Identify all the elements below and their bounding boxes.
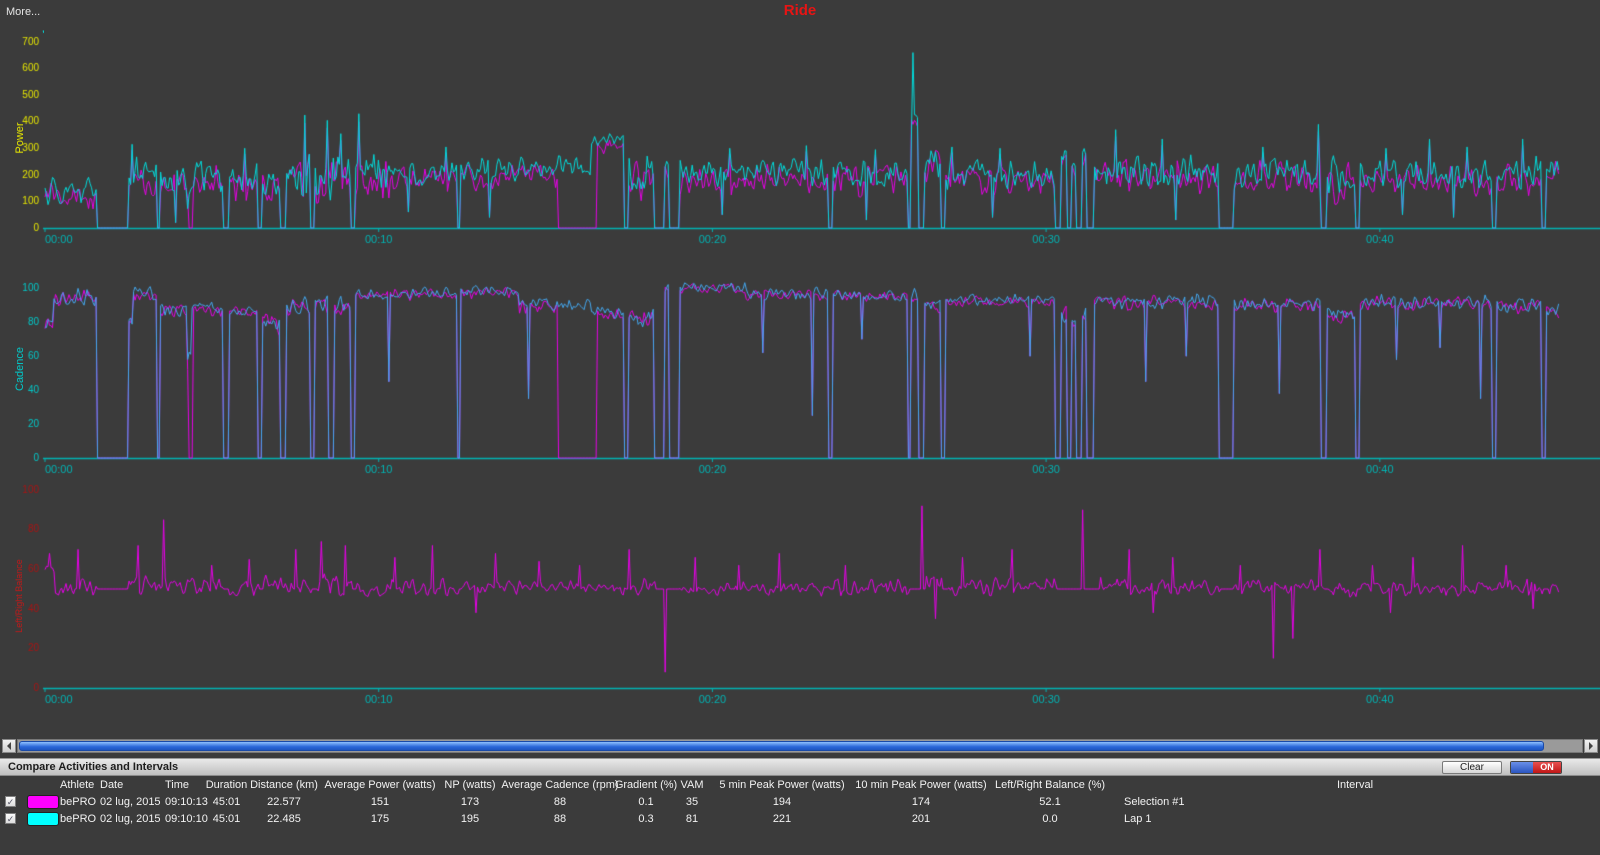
table-cell: 45:01: [212, 795, 241, 808]
table-cell: bePRO: [60, 812, 97, 825]
table-cell: 88: [553, 812, 567, 825]
table-cell: 173: [460, 795, 480, 808]
row-checkbox[interactable]: ✓: [5, 796, 16, 807]
scroll-right-button[interactable]: [1584, 739, 1598, 753]
table-cell: 09:10:13: [165, 795, 208, 808]
compare-row[interactable]: ✓ bePRO 02 lug, 2015 09:10:10 45:01 22.485 175…: [0, 810, 1600, 827]
compare-title: Compare Activities and Intervals: [8, 761, 179, 773]
table-cell: 45:01: [212, 812, 241, 825]
chart-title: Ride: [783, 2, 817, 19]
toggle-on-label: ON: [1533, 762, 1561, 773]
scrollbar-track[interactable]: [17, 739, 1583, 753]
column-header: NP (watts): [444, 779, 496, 791]
column-header: Average Power (watts): [324, 779, 436, 791]
compare-bar: Compare Activities and Intervals Clear O…: [0, 758, 1600, 776]
compare-table: Athlete Date Time Duration Distance (km) Aver…: [0, 777, 1600, 827]
table-cell: 194: [772, 795, 792, 808]
table-cell: 0.1: [638, 795, 654, 808]
column-header: Time: [165, 779, 190, 791]
table-cell: 221: [772, 812, 792, 825]
series-color-swatch[interactable]: [27, 794, 59, 809]
series-color-swatch[interactable]: [27, 811, 59, 826]
horizontal-scrollbar[interactable]: [0, 739, 1600, 753]
table-cell: 02 lug, 2015: [100, 812, 161, 825]
table-cell: 81: [685, 812, 699, 825]
cadence-axis-label: Cadence: [14, 346, 26, 392]
column-header: Duration: [205, 779, 248, 791]
compare-on-toggle[interactable]: ON: [1510, 761, 1562, 774]
scrollbar-thumb[interactable]: [19, 741, 1544, 751]
column-header: Athlete: [60, 779, 95, 791]
row-checkbox[interactable]: ✓: [5, 813, 16, 824]
table-cell: 174: [911, 795, 931, 808]
cadence-chart-canvas[interactable]: [0, 258, 1600, 480]
table-cell: 195: [460, 812, 480, 825]
column-header: Distance (km): [250, 779, 318, 791]
table-cell: 22.577: [267, 795, 301, 808]
compare-table-rows: ✓ bePRO 02 lug, 2015 09:10:13 45:01 22.577 151…: [0, 793, 1600, 827]
clear-button[interactable]: Clear: [1442, 761, 1502, 774]
scroll-left-button[interactable]: [2, 739, 16, 753]
power-chart[interactable]: Power: [0, 26, 1600, 250]
table-cell: 22.485: [267, 812, 301, 825]
compare-table-header: Athlete Date Time Duration Distance (km) Aver…: [0, 777, 1600, 793]
table-cell: 09:10:10: [165, 812, 208, 825]
table-cell: 175: [370, 812, 390, 825]
column-header: Interval: [1336, 779, 1374, 791]
power-axis-label: Power: [14, 122, 26, 154]
power-chart-canvas[interactable]: [0, 26, 1600, 250]
balance-chart-canvas[interactable]: [0, 482, 1600, 710]
column-header: VAM: [680, 779, 704, 791]
left-arrow-icon: [3, 742, 11, 750]
table-cell: 0.0: [1042, 812, 1058, 825]
cadence-chart[interactable]: Cadence: [0, 258, 1600, 480]
column-header: 5 min Peak Power (watts): [719, 779, 845, 791]
table-cell: 35: [685, 795, 699, 808]
compare-row[interactable]: ✓ bePRO 02 lug, 2015 09:10:13 45:01 22.577 151…: [0, 793, 1600, 810]
column-header: 10 min Peak Power (watts): [855, 779, 987, 791]
table-cell: 151: [370, 795, 390, 808]
column-header: Date: [100, 779, 124, 791]
column-header: Gradient (%): [614, 779, 678, 791]
table-cell: 02 lug, 2015: [100, 795, 161, 808]
toggle-slider: [1511, 762, 1533, 773]
right-arrow-icon: [1589, 742, 1597, 750]
table-cell: Lap 1: [1124, 812, 1152, 825]
table-cell: 0.3: [638, 812, 654, 825]
balance-chart[interactable]: Left/Right Balance: [0, 482, 1600, 710]
column-header: Left/Right Balance (%): [994, 779, 1106, 791]
table-cell: Selection #1: [1124, 795, 1185, 808]
balance-axis-label: Left/Right Balance: [14, 559, 24, 633]
column-header: Average Cadence (rpm): [501, 779, 619, 791]
table-cell: 88: [553, 795, 567, 808]
table-cell: bePRO: [60, 795, 97, 808]
table-cell: 52.1: [1039, 795, 1061, 808]
table-cell: 201: [911, 812, 931, 825]
